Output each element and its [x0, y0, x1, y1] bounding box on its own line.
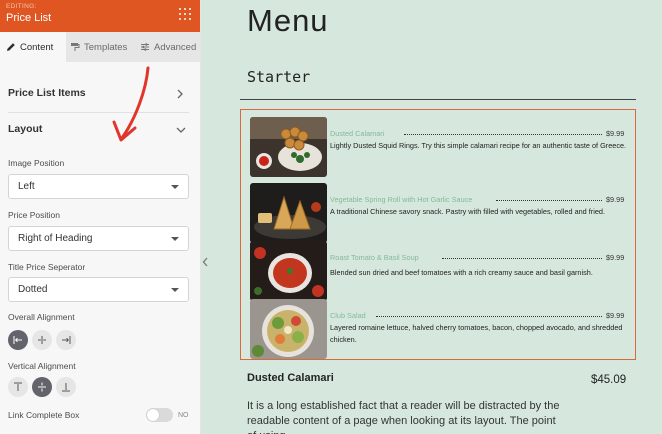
link-box-toggle[interactable]: [146, 408, 173, 422]
panel-title: Price List: [6, 12, 52, 24]
overall-alignment-label: Overall Alignment: [8, 312, 75, 322]
price-list-item[interactable]: Vegetable Spring Roll with Hot Garlic Sa…: [250, 183, 630, 243]
align-right-icon: [62, 336, 71, 344]
detail-item-name: Dusted Calamari: [247, 372, 334, 384]
item-name: Club Salad: [330, 311, 366, 320]
item-description: Blended sun dried and beef tomatoes with…: [330, 268, 593, 277]
price-list-item[interactable]: Roast Tomato & Basil Soup $9.99 Blended …: [250, 241, 630, 301]
price-list-item[interactable]: Club Salad $9.99 Layered romaine lettuce…: [250, 299, 630, 361]
price-position-value: Right of Heading: [18, 233, 93, 244]
calamari-photo: [250, 117, 327, 177]
item-name: Vegetable Spring Roll with Hot Garlic Sa…: [330, 195, 473, 204]
valign-top-icon: [14, 382, 22, 391]
align-left-icon: [13, 336, 22, 344]
toggle-knob: [147, 409, 159, 421]
valign-top-button[interactable]: [8, 377, 28, 397]
align-right-button[interactable]: [56, 330, 76, 350]
valign-middle-button[interactable]: [32, 377, 52, 397]
section-heading: Starter: [247, 68, 311, 86]
tab-templates-label: Templates: [84, 41, 128, 53]
item-price: $9.99: [606, 129, 625, 138]
item-price: $9.99: [606, 195, 625, 204]
panel-tabs: Content Templates Advanced: [0, 32, 200, 62]
separator-label: Title Price Seperator: [8, 262, 86, 272]
pencil-icon: [7, 43, 15, 51]
align-left-button[interactable]: [8, 330, 28, 350]
section-layout[interactable]: Layout: [8, 123, 42, 135]
tomato-soup-photo: [250, 241, 327, 301]
item-price: $9.99: [606, 311, 625, 320]
sliders-icon: [141, 43, 149, 51]
item-name: Roast Tomato & Basil Soup: [330, 253, 419, 262]
align-center-icon: [38, 336, 46, 344]
dotted-separator: [404, 134, 602, 135]
caret-down-icon: [171, 237, 179, 241]
valign-bottom-icon: [62, 383, 70, 392]
toggle-state-label: NO: [178, 412, 189, 419]
price-position-select[interactable]: Right of Heading: [8, 226, 189, 251]
dotted-separator: [376, 316, 602, 317]
align-center-button[interactable]: [32, 330, 52, 350]
settings-panel: EDITING: Price List Content Templates Ad…: [0, 0, 201, 434]
image-position-label: Image Position: [8, 158, 65, 168]
collapse-panel-icon[interactable]: [201, 252, 209, 272]
section-price-list-items[interactable]: Price List Items: [8, 87, 86, 99]
section-divider-line: [240, 99, 636, 100]
item-description: Layered romaine lettuce, halved cherry t…: [330, 323, 623, 344]
item-description: A traditional Chinese savory snack. Past…: [330, 207, 605, 216]
detail-item-text: It is a long established fact that a rea…: [247, 400, 560, 434]
editing-label: EDITING:: [6, 3, 37, 10]
valign-middle-icon: [38, 382, 46, 392]
section-divider: [8, 112, 189, 113]
tab-templates[interactable]: Templates: [70, 32, 136, 62]
dotted-separator: [442, 258, 602, 259]
drag-grip-icon[interactable]: [178, 7, 192, 21]
image-position-select[interactable]: Left: [8, 174, 189, 199]
tab-advanced-label: Advanced: [154, 41, 197, 53]
paint-roller-icon: [71, 43, 80, 51]
separator-select[interactable]: Dotted: [8, 277, 189, 302]
separator-value: Dotted: [18, 284, 48, 295]
menu-heading: Menu: [247, 3, 329, 38]
image-position-value: Left: [18, 181, 35, 192]
chevron-right-icon[interactable]: [176, 89, 184, 99]
item-description: Lightly Dusted Squid Rings. Try this sim…: [330, 141, 627, 150]
chevron-down-icon[interactable]: [176, 126, 186, 134]
link-box-label: Link Complete Box: [8, 410, 80, 420]
panel-header: EDITING: Price List: [0, 0, 200, 32]
item-name: Dusted Calamari: [330, 129, 385, 138]
dotted-separator: [496, 200, 602, 201]
annotation-arrow-icon: [112, 66, 150, 142]
salad-photo: [250, 299, 327, 359]
caret-down-icon: [171, 185, 179, 189]
valign-bottom-button[interactable]: [56, 377, 76, 397]
detail-item-price: $45.09: [591, 374, 627, 386]
price-list-item[interactable]: Dusted Calamari $9.99 Lightly Dusted Squ…: [250, 117, 630, 179]
tab-advanced[interactable]: Advanced: [140, 32, 200, 62]
caret-down-icon: [171, 288, 179, 292]
tab-content-label: Content: [20, 41, 54, 53]
price-list-box[interactable]: Dusted Calamari $9.99 Lightly Dusted Squ…: [240, 109, 636, 360]
spring-roll-photo: [250, 183, 327, 243]
price-position-label: Price Position: [8, 210, 60, 220]
vertical-alignment-label: Vertical Alignment: [8, 361, 76, 371]
item-price: $9.99: [606, 253, 625, 262]
tab-content[interactable]: Content: [0, 32, 66, 62]
